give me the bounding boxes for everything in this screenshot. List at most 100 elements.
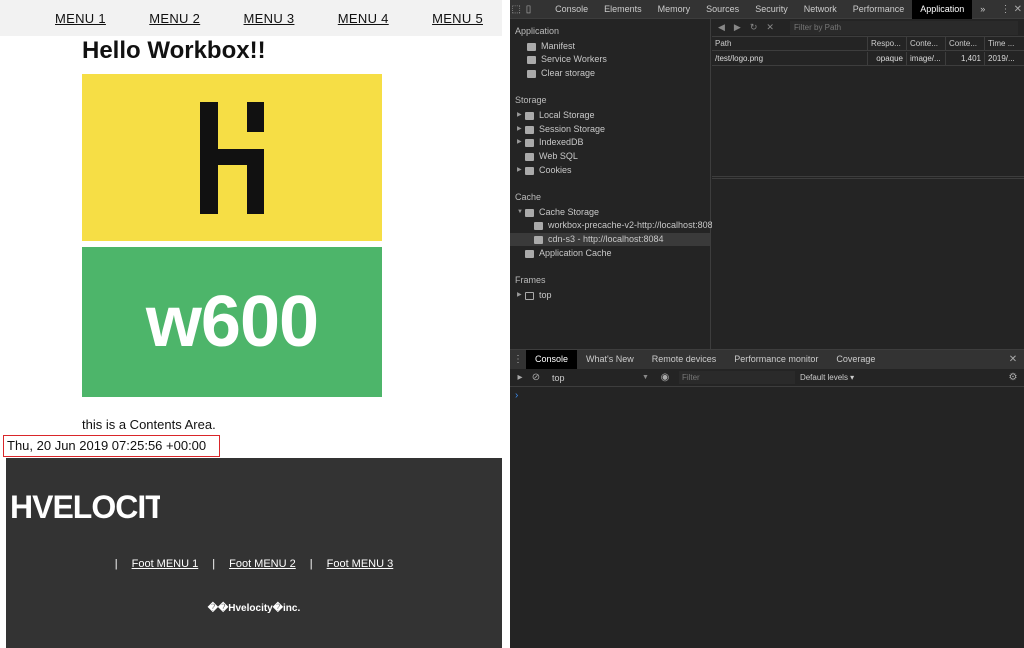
database-icon <box>525 208 534 217</box>
col-path[interactable]: Path <box>712 37 868 50</box>
tab-security[interactable]: Security <box>747 0 796 19</box>
grid-icon <box>525 249 534 258</box>
collapse-arrow-icon[interactable]: ▼ <box>517 206 525 219</box>
footer: HVELOCITY | Foot MENU 1 | Foot MENU 2 | … <box>6 458 502 648</box>
database-icon <box>525 152 534 161</box>
sidebar-toggle-icon[interactable]: ▸ <box>512 368 528 387</box>
footer-separator: | <box>212 558 216 570</box>
sidebar-item-cache-cdn-s3[interactable]: cdn-s3 - http://localhost:8084 <box>510 233 710 246</box>
tab-elements[interactable]: Elements <box>596 0 650 19</box>
pane-splitter[interactable] <box>712 176 1024 179</box>
foot-menu-link-1[interactable]: Foot MENU 1 <box>132 558 199 570</box>
drawer-tab-performance-monitor[interactable]: Performance monitor <box>725 350 827 369</box>
console-filter-input[interactable]: Filter <box>678 371 795 384</box>
sidebar-item-websql[interactable]: Web SQL <box>525 150 578 163</box>
col-content-length[interactable]: Conte... <box>946 37 985 50</box>
col-time[interactable]: Time ... <box>985 37 1024 50</box>
sidebar-item-indexeddb[interactable]: ▶ IndexedDB <box>517 136 584 149</box>
devtools-tabbar: ⬚ ▯ Console Elements Memory Sources Secu… <box>510 0 1024 19</box>
menu-link-1[interactable]: MENU 1 <box>55 11 106 26</box>
col-response[interactable]: Respo... <box>868 37 907 50</box>
drawer-tab-console[interactable]: Console <box>526 350 578 369</box>
timestamp: Thu, 20 Jun 2019 07:25:56 +00:00 <box>3 435 220 457</box>
drawer-menu-icon[interactable]: ⋮ <box>510 350 526 369</box>
document-icon <box>527 42 536 51</box>
menu-link-2[interactable]: MENU 2 <box>149 11 200 26</box>
cell-content-type: image/... <box>907 52 946 65</box>
sidebar-item-cache-precache[interactable]: workbox-precache-v2-http://localhost:808… <box>534 219 720 232</box>
grid-icon <box>534 235 543 244</box>
drawer-tab-whats-new[interactable]: What's New <box>577 350 643 369</box>
web-page: MENU 1 MENU 2 MENU 3 MENU 4 MENU 5 Hello… <box>0 0 510 648</box>
close-icon[interactable]: ✕ <box>1012 0 1024 19</box>
cell-path: /test/logo.png <box>712 52 868 65</box>
tab-network[interactable]: Network <box>796 0 845 19</box>
tab-memory[interactable]: Memory <box>650 0 699 19</box>
tab-sources[interactable]: Sources <box>698 0 747 19</box>
expand-arrow-icon[interactable]: ▶ <box>517 123 525 136</box>
inspect-icon[interactable]: ⬚ <box>510 0 522 19</box>
kebab-menu-icon[interactable]: ⋮ <box>999 0 1011 19</box>
footer-menu: | Foot MENU 1 | Foot MENU 2 | Foot MENU … <box>6 558 502 570</box>
sidebar-item-cache-storage[interactable]: ▼ Cache Storage <box>517 206 599 219</box>
sidebar-item-manifest[interactable]: Manifest <box>527 40 575 53</box>
tab-application[interactable]: Application <box>912 0 973 19</box>
application-sidebar: Application Manifest Service Workers Cle… <box>510 19 720 349</box>
tab-performance[interactable]: Performance <box>845 0 913 19</box>
brand-logo: HVELOCITY <box>10 488 186 529</box>
page-heading: Hello Workbox!! <box>82 37 266 64</box>
drawer-tab-coverage[interactable]: Coverage <box>827 350 884 369</box>
forward-icon[interactable]: ▶ <box>734 22 741 33</box>
filter-path-input[interactable]: Filter by Path <box>790 21 1018 35</box>
col-content-type[interactable]: Conte... <box>907 37 946 50</box>
section-cache: Cache <box>515 192 542 202</box>
menu-link-3[interactable]: MENU 3 <box>244 11 295 26</box>
foot-menu-link-3[interactable]: Foot MENU 3 <box>327 558 394 570</box>
expand-arrow-icon[interactable]: ▶ <box>517 164 525 177</box>
sidebar-item-top-frame[interactable]: ▶ top <box>517 289 552 302</box>
h-logo-icon <box>200 102 264 214</box>
foot-menu-link-2[interactable]: Foot MENU 2 <box>229 558 296 570</box>
sidebar-item-service-workers[interactable]: Service Workers <box>527 53 607 66</box>
drawer-tab-remote-devices[interactable]: Remote devices <box>643 350 726 369</box>
sidebar-item-clear-storage[interactable]: Clear storage <box>527 67 595 80</box>
database-icon <box>525 138 534 147</box>
expand-arrow-icon[interactable]: ▶ <box>517 109 525 122</box>
expand-arrow-icon[interactable]: ▶ <box>517 136 525 149</box>
refresh-icon[interactable]: ↻ <box>750 22 758 33</box>
w600-image-text: w600 <box>145 282 319 362</box>
menu-link-4[interactable]: MENU 4 <box>338 11 389 26</box>
eye-icon[interactable]: ◉ <box>657 368 673 387</box>
sidebar-item-application-cache[interactable]: Application Cache <box>525 247 612 260</box>
drawer-tabbar: ⋮ Console What's New Remote devices Perf… <box>510 350 1024 369</box>
table-header: Path Respo... Conte... Conte... Time ... <box>712 37 1024 51</box>
sidebar-item-local-storage[interactable]: ▶ Local Storage <box>517 109 595 122</box>
settings-gear-icon[interactable]: ⚙ <box>1005 368 1021 387</box>
cache-toolbar: ◀ ▶ ↻ ✕ Filter by Path <box>712 19 1024 37</box>
more-tabs-icon[interactable]: » <box>972 0 993 19</box>
brand-logo-icon: HVELOCITY <box>10 489 186 525</box>
frame-icon <box>525 291 534 300</box>
grid-icon <box>525 125 534 134</box>
console-prompt[interactable]: › <box>515 390 518 401</box>
default-levels-dropdown[interactable]: Default levels ▾ <box>800 373 854 382</box>
scroll-gutter <box>502 0 510 648</box>
sidebar-item-session-storage[interactable]: ▶ Session Storage <box>517 123 605 136</box>
delete-icon[interactable]: ✕ <box>766 22 774 33</box>
grid-icon <box>525 111 534 120</box>
sidebar-item-cookies[interactable]: ▶ Cookies <box>517 164 572 177</box>
expand-arrow-icon[interactable]: ▶ <box>517 289 525 302</box>
drawer-close-icon[interactable]: ✕ <box>1005 350 1021 369</box>
table-row[interactable]: /test/logo.png opaque image/... 1,401 20… <box>712 52 1024 66</box>
tab-console[interactable]: Console <box>547 0 596 19</box>
console-toolbar: ▸ ⊘ top ▼ ◉ Filter Default levels ▾ ⚙ <box>510 369 1024 387</box>
console-drawer: ⋮ Console What's New Remote devices Perf… <box>510 349 1024 648</box>
device-toggle-icon[interactable]: ▯ <box>522 0 534 19</box>
clear-console-icon[interactable]: ⊘ <box>528 368 544 387</box>
back-icon[interactable]: ◀ <box>718 22 725 33</box>
context-select[interactable]: top <box>552 373 642 383</box>
cell-response: opaque <box>868 52 907 65</box>
gear-icon <box>527 55 536 64</box>
menu-link-5[interactable]: MENU 5 <box>432 11 483 26</box>
footer-separator: | <box>309 558 313 570</box>
